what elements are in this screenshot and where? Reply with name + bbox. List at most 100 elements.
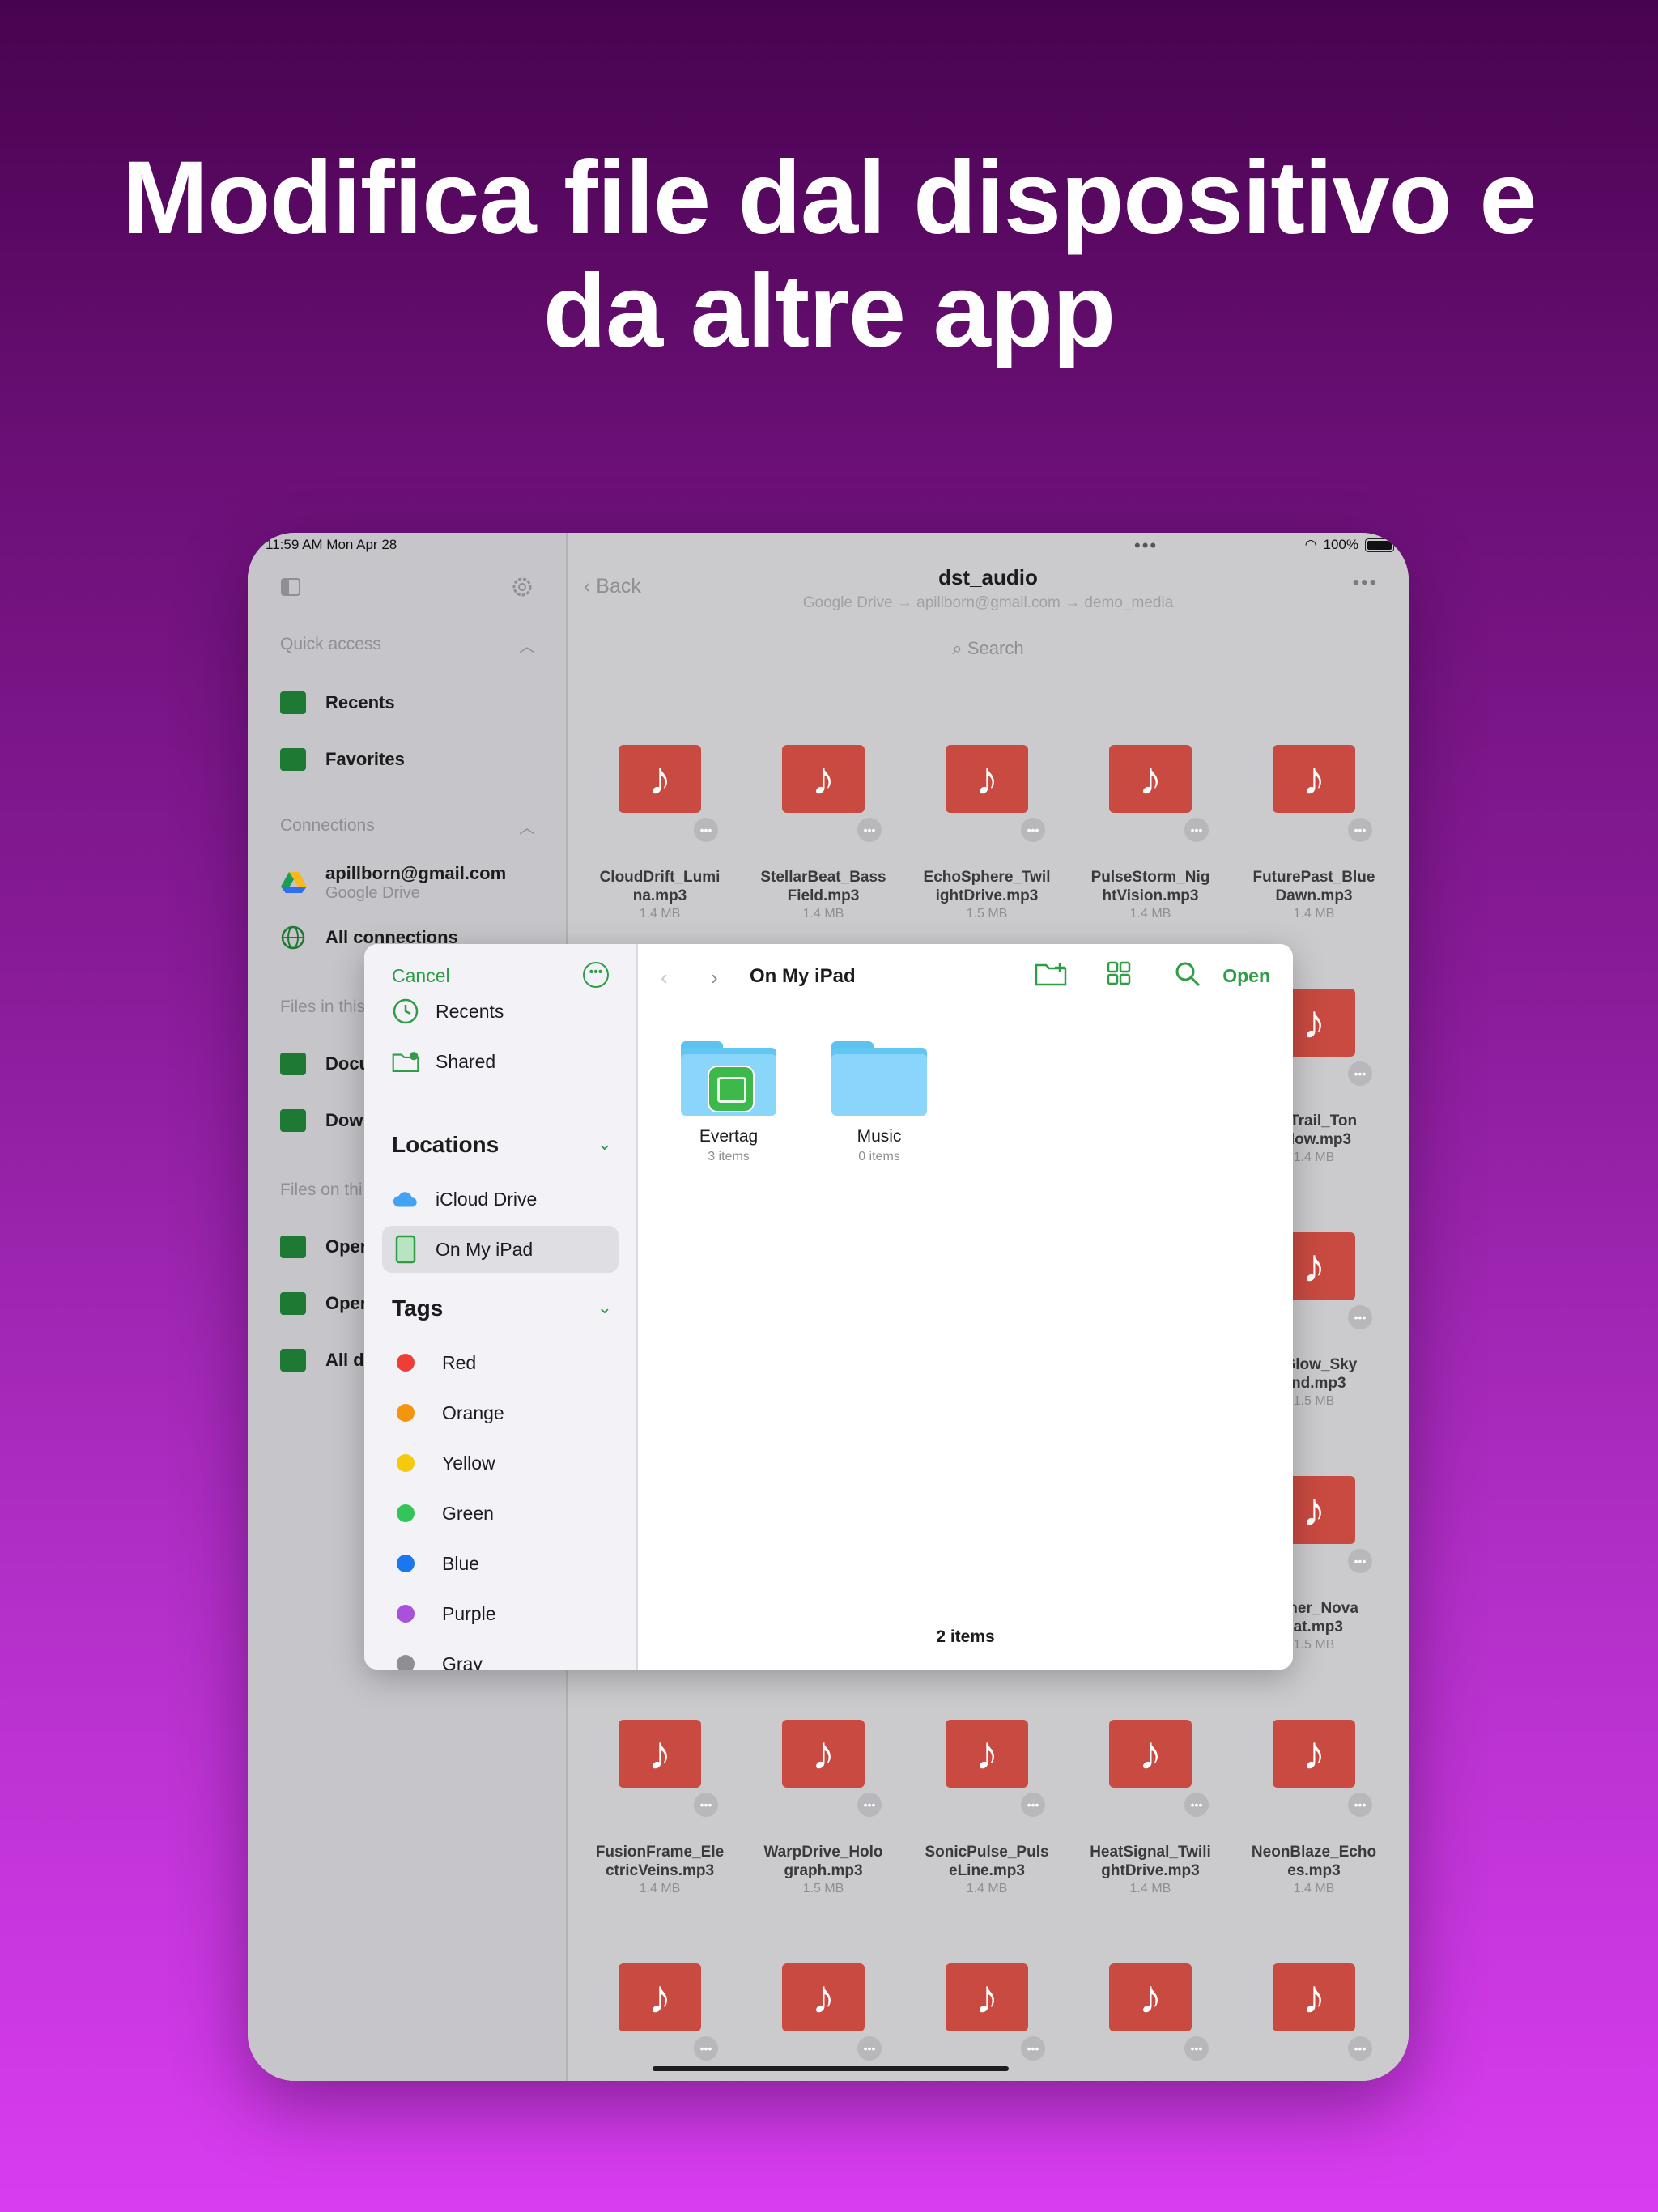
status-time: 11:59 AM Mon Apr 28 (266, 537, 397, 552)
folder-evertag[interactable]: Evertag 3 items (656, 1041, 801, 1164)
audio-file-icon: ♪ (1109, 745, 1192, 813)
more-icon[interactable]: ••• (694, 2036, 718, 2061)
nav-forward-icon[interactable]: › (711, 965, 718, 990)
more-icon[interactable]: ••• (1348, 2036, 1372, 2061)
more-icon[interactable]: ••• (1021, 2036, 1045, 2061)
folder-download-icon (280, 1109, 306, 1132)
search-field[interactable]: ⌕ Search (568, 638, 1409, 659)
picker-item-shared[interactable]: Shared (382, 1038, 619, 1085)
file-tile[interactable]: ♪ ••• StellarBeat_Bass Field.mp3 1.4 MB (750, 745, 896, 921)
settings-gear-icon[interactable] (512, 576, 533, 598)
grid-view-icon[interactable] (1106, 960, 1132, 986)
more-icon[interactable]: ••• (1021, 818, 1045, 842)
audio-file-icon: ♪ (946, 1720, 1028, 1788)
audio-file-icon: ♪ (1273, 1963, 1355, 2031)
sidebar-item-recents[interactable]: Recents (280, 685, 395, 721)
folder-music[interactable]: Music 0 items (806, 1041, 952, 1164)
more-icon[interactable]: ••• (1348, 1549, 1372, 1573)
file-tile[interactable]: ♪ ••• SonicPulse_Puls eLine.mp3 1.4 MB (914, 1720, 1060, 1896)
more-circle-icon[interactable]: ••• (583, 962, 609, 988)
more-icon[interactable]: ••• (1184, 818, 1209, 842)
more-icon[interactable]: ••• (857, 2036, 882, 2061)
picker-item-label: On My iPad (436, 1238, 534, 1260)
file-tile[interactable]: ♪ ••• (750, 1963, 896, 2061)
picker-item-on-my-ipad[interactable]: On My iPad (382, 1226, 619, 1273)
tag-dot-icon (397, 1655, 414, 1670)
file-size: 1.5 MB (802, 1882, 844, 1895)
more-icon[interactable]: ••• (1348, 1305, 1372, 1329)
tag-blue[interactable]: Blue (382, 1540, 619, 1587)
locations-header: Locations (392, 1132, 500, 1157)
open-button[interactable]: Open (1222, 965, 1270, 987)
evertag-app-icon (708, 1066, 755, 1112)
tag-orange[interactable]: Orange (382, 1389, 619, 1436)
new-folder-icon[interactable] (1035, 960, 1069, 988)
search-icon[interactable] (1174, 960, 1201, 988)
sidebar-item-google-drive[interactable]: apillborn@gmail.com Google Drive (280, 858, 506, 907)
more-icon[interactable]: ••• (694, 818, 718, 842)
sidebar-item-all-documents[interactable]: All d (280, 1342, 364, 1378)
file-tile[interactable]: ♪ ••• WarpDrive_Holo graph.mp3 1.5 MB (750, 1720, 896, 1896)
audio-file-icon: ♪ (1273, 1720, 1355, 1788)
headline-line-1: Modifica file dal dispositivo e (121, 140, 1537, 256)
sidebar-toggle-icon[interactable] (280, 576, 301, 598)
cancel-button[interactable]: Cancel (392, 965, 450, 987)
file-tile[interactable]: ♪ ••• (1078, 1963, 1223, 2061)
sidebar-item-open-1[interactable]: Oper (280, 1229, 367, 1265)
more-icon[interactable]: ••• (694, 1793, 718, 1817)
more-icon[interactable]: ••• (1348, 1793, 1372, 1817)
chevron-up-icon[interactable]: ︿ (519, 633, 535, 657)
chevron-down-icon[interactable]: ⌄ (597, 1134, 612, 1155)
picker-content: ‹ › On My iPad Open Evertag 3 items Musi… (638, 944, 1293, 1670)
more-icon[interactable]: ••• (1348, 818, 1372, 842)
file-tile[interactable]: ♪ ••• HeatSignal_Twili ghtDrive.mp3 1.4 MB (1078, 1720, 1223, 1896)
tag-red[interactable]: Red (382, 1339, 619, 1386)
file-tile[interactable]: ♪ ••• FuturePast_Blue Dawn.mp3 1.4 MB (1241, 745, 1387, 921)
picker-item-recents[interactable]: Recents (382, 988, 619, 1035)
file-tile[interactable]: ♪ ••• NeonBlaze_Echo es.mp3 1.4 MB (1241, 1720, 1387, 1896)
chevron-up-icon[interactable]: ︿ (519, 815, 535, 838)
sidebar-item-label: Oper (325, 1236, 368, 1257)
picker-item-label: iCloud Drive (436, 1188, 538, 1210)
file-tile[interactable]: ♪ ••• (914, 1963, 1060, 2061)
audio-file-icon: ♪ (1109, 1963, 1192, 2031)
file-size: 1.4 MB (802, 907, 844, 921)
picker-item-label: Shared (436, 1050, 496, 1072)
file-tile[interactable]: ♪ ••• EchoSphere_Twil ightDrive.mp3 1.5 MB (914, 745, 1060, 921)
file-tile[interactable]: ♪ ••• (1241, 1963, 1387, 2061)
sidebar-item-favorites[interactable]: Favorites (280, 742, 405, 777)
file-tile[interactable]: ♪ ••• FusionFrame_Ele ctricVeins.mp3 1.4 MB (587, 1720, 733, 1896)
home-indicator[interactable] (653, 2066, 1009, 2071)
tag-purple[interactable]: Purple (382, 1590, 619, 1637)
clock-icon (393, 998, 419, 1024)
tag-gray[interactable]: Gray (382, 1640, 619, 1670)
more-icon[interactable]: ••• (1021, 1793, 1045, 1817)
sidebar-item-documents[interactable]: Docu (280, 1046, 370, 1082)
more-icon[interactable]: ••• (1348, 1061, 1372, 1086)
nav-back-icon[interactable]: ‹ (661, 965, 668, 990)
chevron-down-icon[interactable]: ⌄ (597, 1297, 612, 1318)
tag-dot-icon (397, 1555, 414, 1572)
tag-green[interactable]: Green (382, 1490, 619, 1537)
file-tile[interactable]: ♪ ••• CloudDrift_Lumi na.mp3 1.4 MB (587, 745, 733, 921)
multitasking-dots-icon[interactable]: ••• (1134, 535, 1158, 556)
more-icon[interactable]: ••• (857, 818, 882, 842)
picker-item-icloud-drive[interactable]: iCloud Drive (382, 1176, 619, 1223)
battery-percent: 100% (1323, 537, 1358, 552)
folder-name: Evertag (699, 1127, 759, 1146)
more-icon[interactable]: ••• (1184, 1793, 1209, 1817)
more-ellipsis-icon[interactable]: ••• (1353, 572, 1378, 594)
file-tile[interactable]: ♪ ••• PulseStorm_Nig htVision.mp3 1.4 MB (1078, 745, 1223, 921)
audio-file-icon: ♪ (782, 1720, 865, 1788)
sidebar-item-open-2[interactable]: Oper (280, 1286, 367, 1321)
file-size: 1.5 MB (966, 907, 1008, 921)
file-tile[interactable]: ♪ ••• (587, 1963, 733, 2061)
more-icon[interactable]: ••• (1184, 2036, 1209, 2061)
file-size: 1.4 MB (1293, 907, 1335, 921)
sidebar-item-downloads[interactable]: Dow (280, 1103, 363, 1138)
tag-dot-icon (397, 1354, 414, 1372)
file-name: WarpDrive_Holo graph.mp3 (763, 1844, 883, 1879)
more-icon[interactable]: ••• (857, 1793, 882, 1817)
tag-yellow[interactable]: Yellow (382, 1440, 619, 1487)
file-size: 1.4 MB (1129, 1882, 1171, 1895)
